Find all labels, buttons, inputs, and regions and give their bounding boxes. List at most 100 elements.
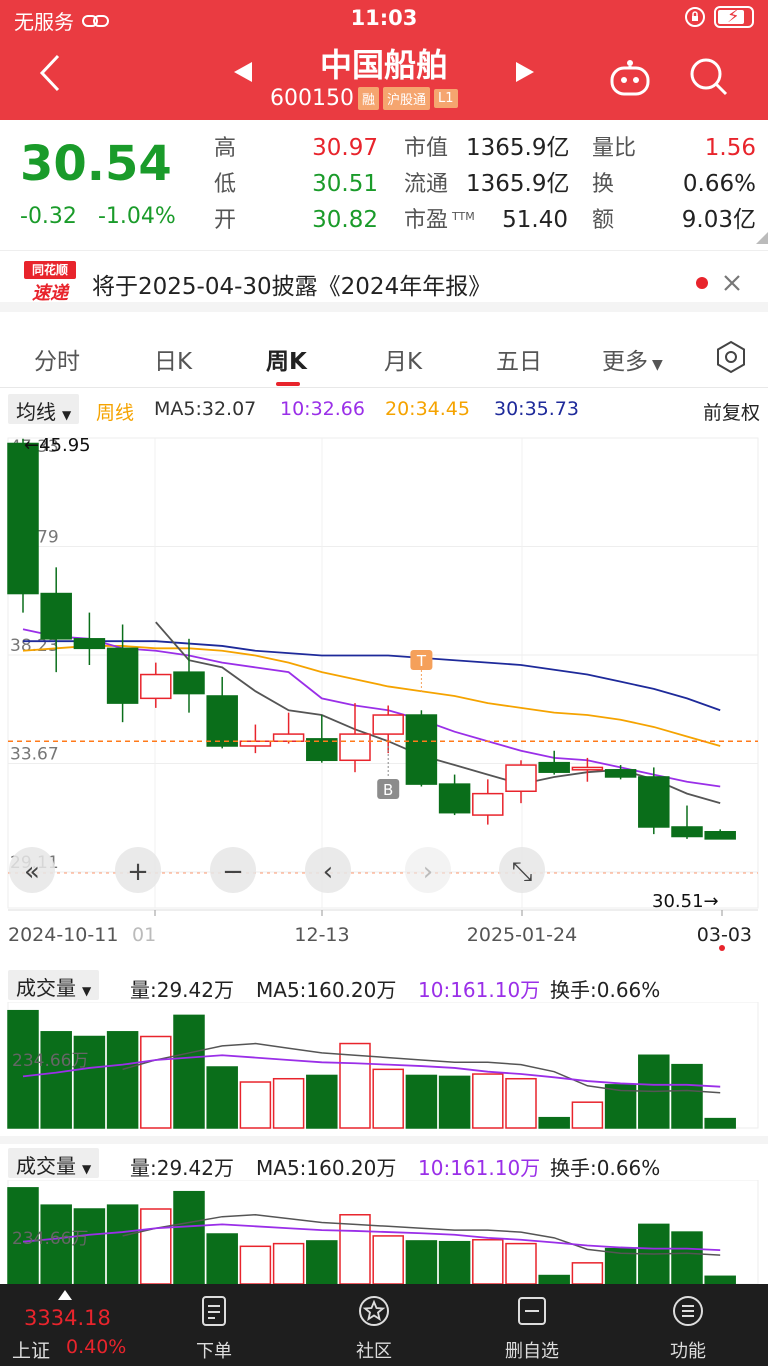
stock-header: 中国船舶 600150 融 沪股通 L1	[0, 38, 768, 120]
volume-bar	[239, 1081, 272, 1129]
float-cap-label: 流通	[404, 172, 449, 197]
zoom-in-icon[interactable]: +	[115, 847, 161, 893]
tab-weekly-k[interactable]: 周K	[266, 342, 307, 376]
control-button-glyph: +	[127, 857, 149, 887]
volume-bar	[671, 1063, 703, 1129]
ma-legend: 均线 ▼ 周线 MA5:32.07 10:32.66 20:34.45 30:35…	[0, 390, 768, 428]
indicator-selector[interactable]: 均线 ▼	[8, 394, 80, 424]
ma20-value: 20:34.45	[385, 398, 470, 420]
marker-b-label: B	[383, 781, 393, 799]
clock: 11:03	[350, 6, 418, 30]
candle-body	[405, 714, 438, 785]
volume-bar	[438, 1240, 471, 1284]
announcement-bar[interactable]: 同花顺 速递 将于2025-04-30披露《2024年年报》	[0, 250, 768, 312]
dropdown-icon: ▼	[62, 408, 72, 422]
kline-chart[interactable]: 47.3342.7938.2333.6729.11TB←45.9530.51→«…	[0, 428, 768, 958]
volume-bar	[372, 1068, 404, 1129]
volume-bar	[173, 1190, 205, 1284]
volume-bar	[671, 1231, 703, 1284]
candle-body	[306, 738, 338, 762]
dropdown-icon: ▼	[82, 1162, 92, 1176]
scroll-right-icon[interactable]: ›	[405, 847, 451, 893]
fullscreen-icon[interactable]: ⤡	[499, 847, 545, 893]
volume-ref-label: 234.66万	[12, 1051, 88, 1071]
tab-five-day[interactable]: 五日	[496, 342, 542, 376]
index-name: 上证	[12, 1340, 51, 1362]
volume-bar	[140, 1208, 172, 1284]
x-tick-label: 03-03	[697, 924, 752, 946]
star-circle-icon	[359, 1296, 389, 1326]
volume-legend-1: 成交量 ▼ 量:29.42万 MA5:160.20万 10:161.10万 换手:…	[0, 968, 768, 1004]
tab-monthly-k[interactable]: 月K	[384, 342, 422, 376]
robot-assistant-icon[interactable]	[608, 58, 652, 98]
remove-watchlist-button[interactable]: 删自选	[482, 1284, 582, 1366]
settings-icon[interactable]	[714, 340, 748, 374]
volume-bar	[206, 1066, 238, 1129]
candle-body	[538, 761, 570, 773]
index-value: 3334.18	[24, 1306, 111, 1330]
prev-stock-icon[interactable]	[232, 60, 254, 84]
candle-body	[372, 714, 404, 735]
control-button-glyph: ‹	[323, 857, 333, 887]
candle-body	[571, 766, 604, 771]
stock-code: 600150	[270, 86, 354, 111]
tag-margin: 融	[357, 87, 379, 110]
candle-body	[505, 764, 537, 793]
control-button-glyph: −	[222, 857, 244, 887]
volume-chart-2[interactable]: 234.66万	[0, 1180, 768, 1284]
volume-bar	[505, 1242, 537, 1284]
community-button[interactable]: 社区	[324, 1284, 424, 1366]
search-icon[interactable]	[688, 56, 730, 98]
scroll-left-icon[interactable]: ‹	[305, 847, 351, 893]
volume-bar	[306, 1240, 338, 1284]
candle-body	[173, 671, 205, 695]
candle-body	[272, 733, 305, 742]
rewind-icon[interactable]: «	[9, 847, 55, 893]
volume-selector-2[interactable]: 成交量 ▼	[8, 1148, 100, 1178]
quote-grid-ratio: 量比 1.56 换 0.66% 额 9.03亿	[592, 130, 756, 238]
x-tick-label: 2024-10-11	[8, 924, 118, 946]
pe-label: 市盈 TTM	[404, 203, 475, 239]
volume-bar	[272, 1077, 305, 1129]
adjust-mode[interactable]: 前复权	[703, 398, 760, 425]
candle-body	[140, 673, 172, 700]
tab-more[interactable]: 更多 ▼	[602, 342, 663, 376]
volume-turnover: 换手:0.66%	[550, 978, 661, 1002]
tab-intraday[interactable]: 分时	[34, 342, 80, 376]
functions-button[interactable]: 功能	[638, 1284, 738, 1366]
next-stock-icon[interactable]	[514, 60, 536, 84]
rotation-lock-icon	[685, 7, 705, 27]
volume-bar	[140, 1035, 172, 1129]
float-cap-value: 1365.9亿	[466, 171, 570, 197]
volume-bar	[40, 1031, 72, 1129]
ma10-value: 10:32.66	[280, 398, 365, 420]
close-icon[interactable]	[722, 273, 742, 293]
pe-value: 51.40	[502, 207, 568, 233]
open-value: 30.82	[312, 207, 378, 233]
expand-corner-icon[interactable]	[756, 232, 768, 244]
ths-express-logo: 同花顺 速递	[24, 261, 76, 307]
volume-bar	[538, 1274, 570, 1284]
volume-chart-1[interactable]: 234.66万	[0, 1002, 768, 1130]
candle	[638, 767, 670, 835]
turnover-value: 0.66%	[682, 171, 756, 197]
index-ticker[interactable]: 3334.18 上证 0.40%	[0, 1284, 130, 1366]
volume-value: 量:29.42万	[130, 978, 234, 1002]
volume-bar	[704, 1117, 736, 1129]
volume-bar	[538, 1116, 570, 1129]
volume-bar	[405, 1240, 438, 1284]
volume-turnover: 换手:0.66%	[550, 1156, 661, 1180]
x-tick-label: 12-13	[294, 924, 349, 946]
volume-selector-1[interactable]: 成交量 ▼	[8, 970, 100, 1000]
zoom-out-icon[interactable]: −	[210, 847, 256, 893]
menu-circle-icon	[673, 1296, 703, 1326]
volume-bar	[306, 1074, 338, 1129]
document-icon	[202, 1296, 226, 1326]
ma30-value: 30:35.73	[494, 398, 579, 420]
kline-svg: 47.3342.7938.2333.6729.11TB←45.9530.51→«…	[7, 435, 759, 951]
tab-daily-k[interactable]: 日K	[154, 342, 192, 376]
candle	[405, 710, 438, 787]
period-tabs: 分时 日K 周K 月K 五日 更多 ▼	[0, 322, 768, 388]
battery-icon: ⚡	[714, 6, 754, 28]
order-button[interactable]: 下单	[164, 1284, 264, 1366]
